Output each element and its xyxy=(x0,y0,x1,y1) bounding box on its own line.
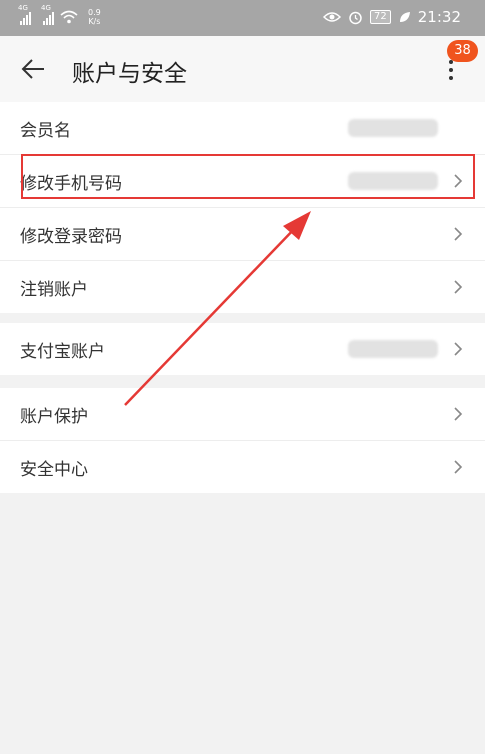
back-arrow-icon[interactable] xyxy=(18,54,48,84)
security-group: 账户保护 安全中心 xyxy=(0,388,485,493)
row-label: 安全中心 xyxy=(20,460,88,480)
page-title: 账户与安全 xyxy=(72,61,187,87)
eye-icon xyxy=(323,12,342,22)
net-speed-value: 0.9 xyxy=(88,8,101,17)
clock-time: 21:32 xyxy=(417,8,461,26)
signal-tag-2: 4G xyxy=(41,4,51,12)
alipay-group: 支付宝账户 xyxy=(0,323,485,375)
chevron-right-icon xyxy=(454,280,463,294)
signal-icon-2: 4G xyxy=(41,4,54,25)
net-speed-unit: K/s xyxy=(88,17,101,26)
row-label: 注销账户 xyxy=(20,280,88,300)
account-settings-group: 会员名 修改手机号码 修改登录密码 注销账户 xyxy=(0,102,485,313)
list-item-change-password[interactable]: 修改登录密码 xyxy=(0,208,485,261)
list-item-account-protection[interactable]: 账户保护 xyxy=(0,388,485,441)
signal-icon: 4G xyxy=(18,4,31,25)
chevron-right-icon xyxy=(454,342,463,356)
list-item-member-name: 会员名 xyxy=(0,102,485,155)
signal-tag: 4G xyxy=(18,4,28,12)
chevron-right-icon xyxy=(454,460,463,474)
row-label: 修改登录密码 xyxy=(20,227,122,247)
status-right: 72 21:32 xyxy=(323,8,461,26)
list-item-cancel-account[interactable]: 注销账户 xyxy=(0,261,485,313)
app-header: 账户与安全 38 xyxy=(0,36,485,102)
leaf-icon xyxy=(399,11,410,22)
alarm-icon xyxy=(349,11,362,24)
redacted-value xyxy=(348,119,438,137)
highlight-box xyxy=(21,154,475,199)
list-item-security-center[interactable]: 安全中心 xyxy=(0,441,485,493)
status-left: 4G 4G 0.9 K/s xyxy=(18,4,101,26)
row-label: 支付宝账户 xyxy=(20,342,105,362)
status-bar: 4G 4G 0.9 K/s 72 21:32 xyxy=(0,0,485,36)
battery-indicator: 72 xyxy=(370,10,391,24)
row-label: 账户保护 xyxy=(20,407,88,427)
chevron-right-icon xyxy=(454,407,463,421)
row-label: 会员名 xyxy=(20,121,71,141)
wifi-icon xyxy=(60,10,78,24)
list-item-alipay-account[interactable]: 支付宝账户 xyxy=(0,323,485,375)
net-speed: 0.9 K/s xyxy=(88,8,101,26)
chevron-right-icon xyxy=(454,227,463,241)
redacted-value xyxy=(348,340,438,358)
notification-badge: 38 xyxy=(447,40,478,62)
